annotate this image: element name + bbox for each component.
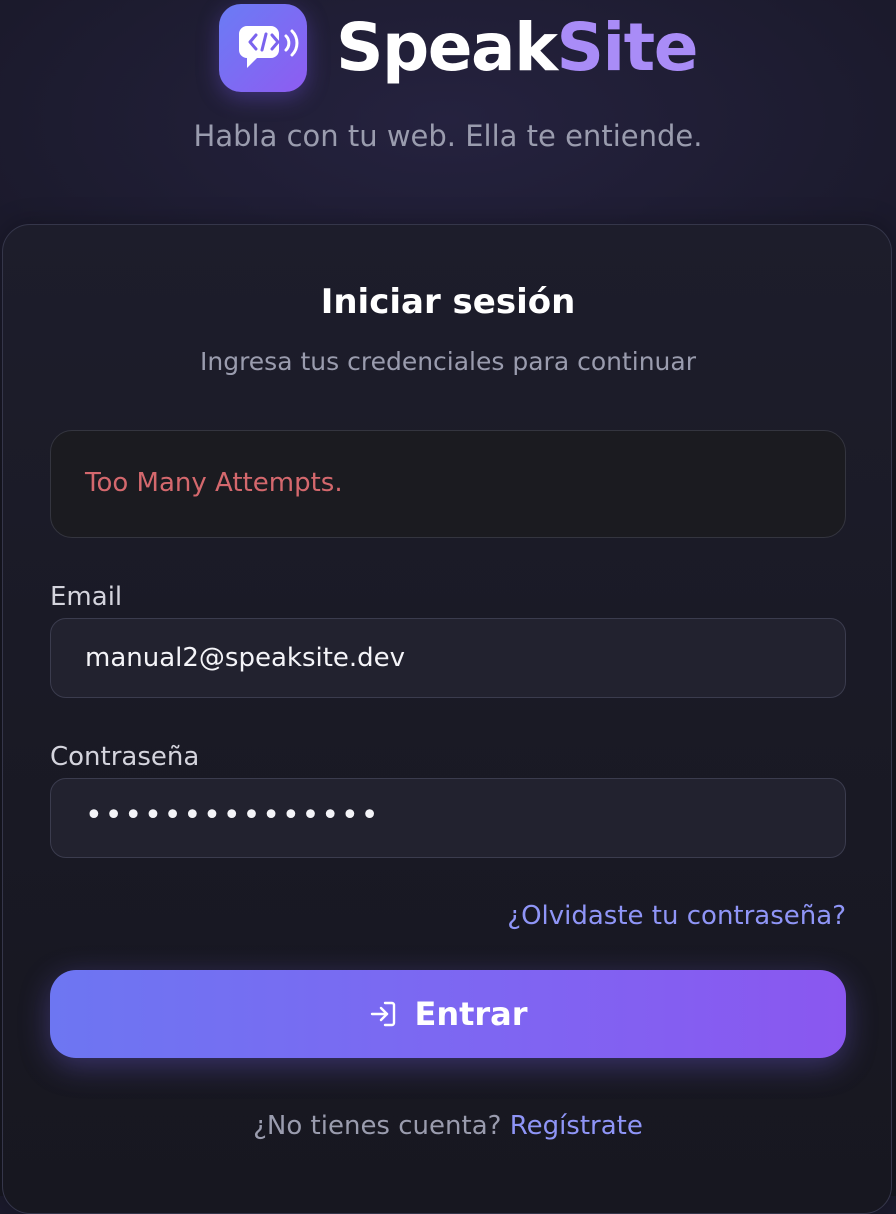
login-subtitle: Ingresa tus credenciales para continuar <box>199 347 697 376</box>
brand-name-part1: Speak <box>336 9 558 86</box>
password-field[interactable]: ••••••••••••••• <box>50 778 846 858</box>
no-account-text: ¿No tienes cuenta? <box>253 1111 502 1141</box>
brand-header: SpeakSite <box>0 4 896 96</box>
error-alert: Too Many Attempts. <box>50 430 846 538</box>
forgot-password-link[interactable]: ¿Olvidaste tu contraseña? <box>507 898 846 934</box>
tagline: Habla con tu web. Ella te entiende. <box>193 119 703 153</box>
email-label: Email <box>50 582 123 612</box>
login-page: { "brand": { "name_part1": "Speak", "nam… <box>0 0 896 1214</box>
login-submit-button[interactable]: Entrar <box>50 970 846 1058</box>
login-submit-content: Entrar <box>50 970 846 1058</box>
error-message: Too Many Attempts. <box>85 468 343 498</box>
login-title: Iniciar sesión <box>320 282 576 322</box>
email-field[interactable]: manual2@speaksite.dev <box>50 618 846 698</box>
login-arrow-icon <box>371 1001 396 1027</box>
login-submit-label: Entrar <box>414 995 528 1033</box>
speaksite-logo <box>219 4 307 92</box>
register-link[interactable]: Regístrate <box>510 1111 643 1141</box>
brand-name: SpeakSite <box>336 8 698 88</box>
password-label: Contraseña <box>50 742 200 772</box>
speech-bubble-code-icon <box>239 26 299 68</box>
email-value: manual2@speaksite.dev <box>85 643 406 673</box>
brand-name-part2: Site <box>556 9 698 86</box>
signup-prompt: ¿No tienes cuenta? Regístrate <box>0 1108 896 1144</box>
password-value: ••••••••••••••• <box>85 798 381 833</box>
